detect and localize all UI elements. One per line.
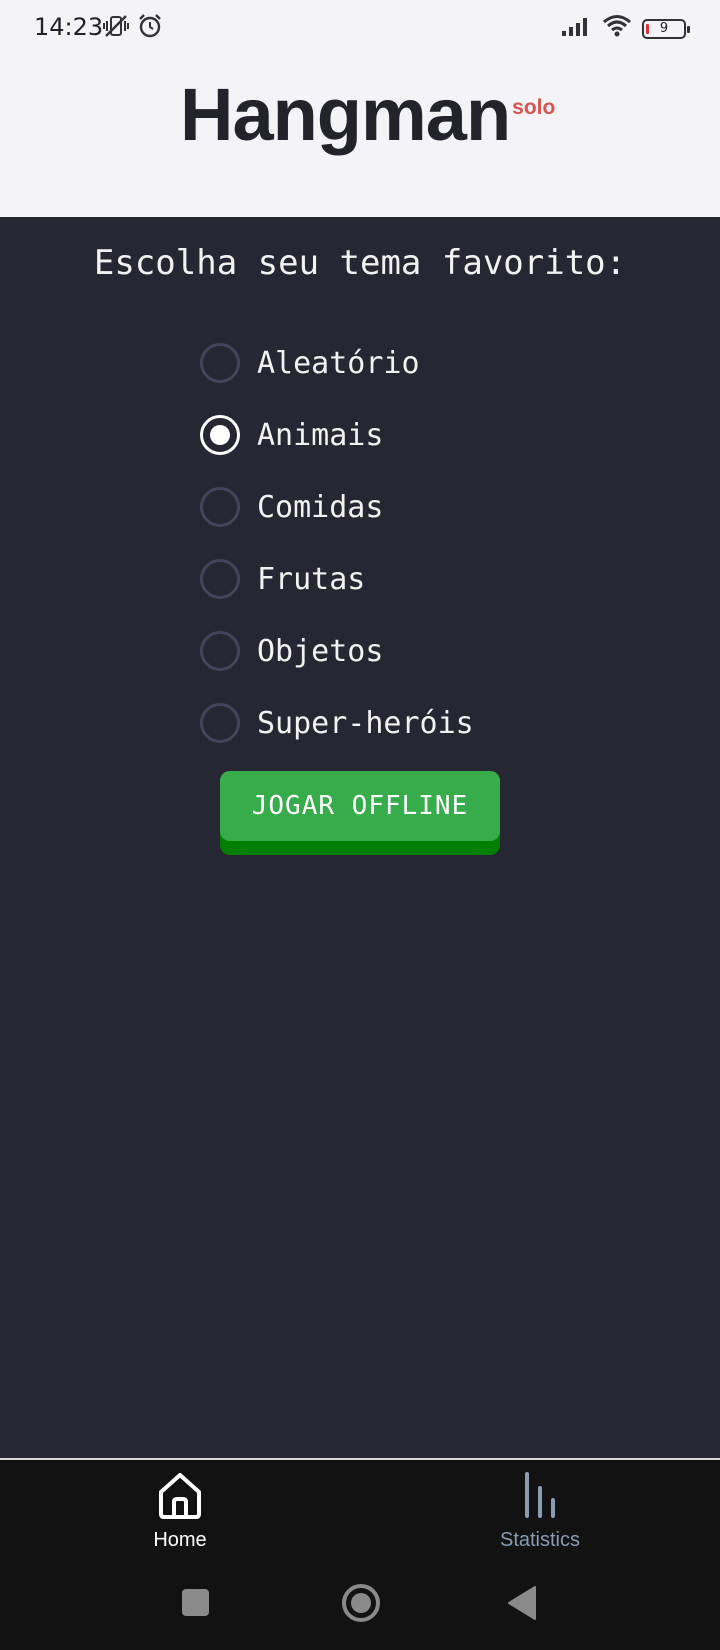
- status-left-icons: [102, 12, 164, 45]
- theme-option-frutas[interactable]: Frutas: [200, 543, 600, 615]
- back-icon[interactable]: [506, 1580, 538, 1631]
- radio-button[interactable]: [200, 343, 240, 383]
- app-header: Hangman solo: [0, 54, 720, 217]
- main-content: Escolha seu tema favorito: Aleatório Ani…: [0, 217, 720, 1458]
- play-offline-button-label: JOGAR OFFLINE: [220, 771, 500, 841]
- theme-option-super-herois[interactable]: Super-heróis: [200, 687, 600, 759]
- status-right-icons: 9: [560, 14, 690, 43]
- battery-icon: 9: [642, 18, 690, 39]
- app-title: Hangman: [180, 73, 511, 156]
- nav-label-statistics: Statistics: [499, 1529, 581, 1551]
- theme-option-animais[interactable]: Animais: [200, 399, 600, 471]
- vibrate-off-icon: [102, 12, 130, 45]
- alarm-icon: [136, 12, 164, 45]
- battery-level: 9: [659, 21, 669, 36]
- home-icon: [155, 1470, 205, 1525]
- radio-button[interactable]: [200, 631, 240, 671]
- nav-item-home[interactable]: Home: [80, 1470, 280, 1552]
- theme-option-comidas[interactable]: Comidas: [200, 471, 600, 543]
- wifi-icon: [602, 14, 632, 43]
- app-subtitle: solo: [512, 96, 556, 119]
- theme-option-label: Frutas: [257, 561, 366, 597]
- theme-options: Aleatório Animais Comidas Frutas Objetos…: [200, 327, 600, 759]
- radio-button[interactable]: [200, 703, 240, 743]
- theme-option-label: Aleatório: [257, 345, 420, 381]
- theme-prompt: Escolha seu tema favorito:: [93, 243, 627, 283]
- system-nav-bar: [0, 1558, 720, 1650]
- radio-button[interactable]: [200, 559, 240, 599]
- theme-option-aleatorio[interactable]: Aleatório: [200, 327, 600, 399]
- recent-apps-icon[interactable]: [180, 1580, 210, 1631]
- radio-button-selected[interactable]: [200, 415, 240, 455]
- theme-option-label: Super-heróis: [257, 705, 474, 741]
- battery-fill: [646, 23, 649, 34]
- theme-option-label: Animais: [257, 417, 384, 453]
- bottom-nav: Home Statistics: [0, 1458, 720, 1558]
- app-logo: Hangman solo: [180, 73, 556, 156]
- status-time: 14:23: [34, 13, 104, 41]
- bar-chart-icon: [515, 1470, 565, 1525]
- signal-icon: [560, 14, 592, 43]
- radio-button[interactable]: [200, 487, 240, 527]
- status-bar: 14:23 9: [0, 0, 720, 54]
- play-offline-button[interactable]: JOGAR OFFLINE: [220, 771, 500, 855]
- theme-option-objetos[interactable]: Objetos: [200, 615, 600, 687]
- nav-label-home: Home: [153, 1529, 207, 1551]
- theme-option-label: Comidas: [257, 489, 384, 525]
- nav-item-statistics[interactable]: Statistics: [440, 1470, 640, 1552]
- theme-option-label: Objetos: [257, 633, 384, 669]
- home-circle-icon[interactable]: [340, 1580, 382, 1631]
